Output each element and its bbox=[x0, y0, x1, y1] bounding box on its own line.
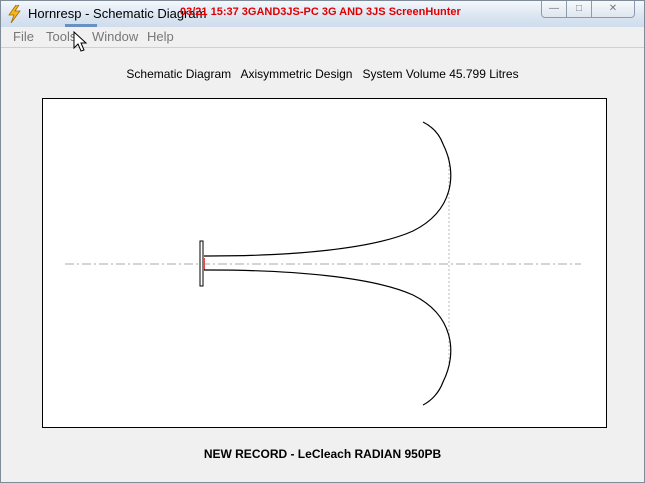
horn-schematic-svg bbox=[65, 121, 581, 406]
diagram-label: Schematic Diagram bbox=[126, 67, 232, 81]
menu-window[interactable]: Window bbox=[92, 29, 138, 45]
screenshot-overlay-text: 03/21 15:37 3GAND3JS-PC 3G AND 3JS Scree… bbox=[180, 6, 461, 18]
record-name: NEW RECORD - LeCleach RADIAN 950PB bbox=[203, 447, 442, 461]
horn-upper-profile bbox=[204, 121, 452, 257]
menu-help[interactable]: Help bbox=[147, 29, 174, 45]
menu-file[interactable]: File bbox=[13, 29, 34, 45]
app-window: Hornresp - Schematic Diagram 03/21 15:37… bbox=[0, 0, 645, 483]
title-bar[interactable]: Hornresp - Schematic Diagram 03/21 15:37… bbox=[1, 1, 644, 28]
system-volume-label: System Volume 45.799 Litres bbox=[362, 67, 519, 81]
design-label: Axisymmetric Design bbox=[240, 67, 353, 81]
close-icon: ✕ bbox=[608, 3, 618, 14]
diagram-header: Schematic Diagram Axisymmetric Design Sy… bbox=[1, 67, 644, 81]
schematic-diagram bbox=[42, 98, 607, 428]
menu-tools[interactable]: Tools bbox=[46, 29, 76, 45]
minimize-button[interactable]: — bbox=[541, 1, 567, 18]
maximize-icon: □ bbox=[575, 3, 583, 14]
minimize-icon: — bbox=[549, 3, 559, 14]
driver-plate bbox=[199, 240, 204, 287]
lightning-icon bbox=[8, 5, 21, 23]
close-button[interactable]: ✕ bbox=[591, 1, 635, 18]
menu-bar: File Tools Window Help bbox=[1, 27, 644, 48]
maximize-button[interactable]: □ bbox=[566, 1, 592, 18]
horn-lower-profile bbox=[204, 269, 452, 406]
mouse-cursor-icon bbox=[73, 31, 88, 52]
